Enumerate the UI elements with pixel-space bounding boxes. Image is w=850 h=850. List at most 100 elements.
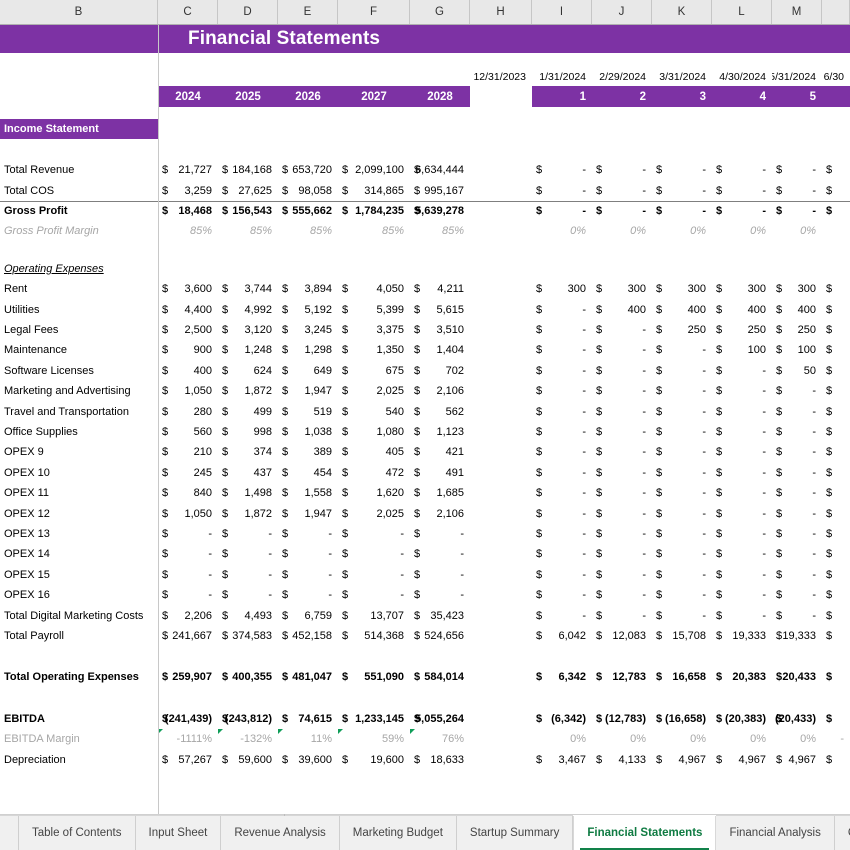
- value-d[interactable]: $4,992: [218, 299, 278, 319]
- value-l[interactable]: $-: [712, 463, 772, 483]
- year-header-2024[interactable]: 2024: [158, 86, 218, 107]
- value-d[interactable]: $374: [218, 442, 278, 462]
- value-f[interactable]: $-: [338, 585, 410, 605]
- value-g[interactable]: $35,423: [410, 605, 470, 625]
- value-l[interactable]: $-: [712, 503, 772, 523]
- column-header-b[interactable]: B: [0, 0, 158, 24]
- value-e[interactable]: $5,192: [278, 299, 338, 319]
- value-i[interactable]: $-: [532, 524, 592, 544]
- value-k[interactable]: $-: [652, 401, 712, 421]
- row-label[interactable]: Total Digital Marketing Costs: [0, 605, 158, 625]
- value-g[interactable]: 76%: [410, 729, 470, 749]
- value-n-partial[interactable]: $: [822, 180, 850, 200]
- value-l[interactable]: $250: [712, 320, 772, 340]
- value-l[interactable]: $-: [712, 442, 772, 462]
- value-j[interactable]: $-: [592, 361, 652, 381]
- value-l[interactable]: $-: [712, 180, 772, 200]
- month-header-4[interactable]: 4: [712, 86, 772, 107]
- value-n-partial[interactable]: $: [822, 749, 850, 769]
- value-k[interactable]: $-: [652, 565, 712, 585]
- value-m[interactable]: $-: [772, 585, 822, 605]
- value-k[interactable]: $-: [652, 503, 712, 523]
- month-header-1[interactable]: 1: [532, 86, 592, 107]
- sheet-tab-marketing-budget[interactable]: Marketing Budget: [340, 816, 457, 850]
- value-d[interactable]: $1,248: [218, 340, 278, 360]
- value-j[interactable]: 0%: [592, 221, 652, 241]
- value-f[interactable]: $1,080: [338, 422, 410, 442]
- value-e[interactable]: $454: [278, 463, 338, 483]
- value-k[interactable]: $-: [652, 442, 712, 462]
- value-i[interactable]: $-: [532, 463, 592, 483]
- value-e[interactable]: $-: [278, 544, 338, 564]
- value-n-partial[interactable]: $: [822, 160, 850, 180]
- value-c[interactable]: $259,907: [158, 667, 218, 687]
- value-g[interactable]: $-: [410, 565, 470, 585]
- value-k[interactable]: $-: [652, 544, 712, 564]
- value-m[interactable]: $-: [772, 483, 822, 503]
- value-d[interactable]: 85%: [218, 221, 278, 241]
- value-m[interactable]: 0%: [772, 729, 822, 749]
- value-c[interactable]: $-: [158, 585, 218, 605]
- value-l[interactable]: $(20,383): [712, 709, 772, 729]
- value-m[interactable]: $-: [772, 180, 822, 200]
- value-l[interactable]: $20,383: [712, 667, 772, 687]
- value-k[interactable]: $(16,658): [652, 709, 712, 729]
- value-l[interactable]: $-: [712, 605, 772, 625]
- value-g[interactable]: $421: [410, 442, 470, 462]
- value-j[interactable]: $-: [592, 180, 652, 200]
- sheet-tab-startup-summary[interactable]: Startup Summary: [457, 816, 573, 850]
- value-k[interactable]: $16,658: [652, 667, 712, 687]
- value-f[interactable]: 85%: [338, 221, 410, 241]
- column-header-n[interactable]: [822, 0, 850, 24]
- row-label[interactable]: Total Operating Expenses: [0, 667, 158, 687]
- value-i[interactable]: $-: [532, 361, 592, 381]
- value-e[interactable]: 85%: [278, 221, 338, 241]
- value-l[interactable]: $-: [712, 585, 772, 605]
- value-n-partial[interactable]: $: [822, 605, 850, 625]
- value-k[interactable]: $-: [652, 160, 712, 180]
- value-c[interactable]: -1111%: [158, 729, 218, 749]
- value-i[interactable]: $3,467: [532, 749, 592, 769]
- value-f[interactable]: $2,025: [338, 381, 410, 401]
- sheet-tab-table-of-contents[interactable]: Table of Contents: [18, 816, 136, 850]
- value-k[interactable]: $-: [652, 422, 712, 442]
- value-j[interactable]: $-: [592, 544, 652, 564]
- value-f[interactable]: $1,350: [338, 340, 410, 360]
- row-label[interactable]: OPEX 16: [0, 585, 158, 605]
- value-f[interactable]: $551,090: [338, 667, 410, 687]
- row-label[interactable]: Legal Fees: [0, 320, 158, 340]
- row-label[interactable]: Office Supplies: [0, 422, 158, 442]
- value-j[interactable]: $300: [592, 279, 652, 299]
- value-d[interactable]: -132%: [218, 729, 278, 749]
- year-header-2027[interactable]: 2027: [338, 86, 410, 107]
- value-d[interactable]: $437: [218, 463, 278, 483]
- value-i[interactable]: $-: [532, 320, 592, 340]
- value-n-partial[interactable]: $: [822, 381, 850, 401]
- value-i[interactable]: $-: [532, 401, 592, 421]
- value-f[interactable]: $13,707: [338, 605, 410, 625]
- value-m[interactable]: $100: [772, 340, 822, 360]
- value-n-partial[interactable]: $: [822, 340, 850, 360]
- row-label[interactable]: OPEX 13: [0, 524, 158, 544]
- value-i[interactable]: $-: [532, 605, 592, 625]
- value-k[interactable]: $-: [652, 180, 712, 200]
- column-header-h[interactable]: H: [470, 0, 532, 24]
- value-g[interactable]: $-: [410, 524, 470, 544]
- column-header-j[interactable]: J: [592, 0, 652, 24]
- value-e[interactable]: $-: [278, 565, 338, 585]
- value-g[interactable]: $5,615: [410, 299, 470, 319]
- value-c[interactable]: $2,206: [158, 605, 218, 625]
- value-k[interactable]: $15,708: [652, 626, 712, 646]
- value-m[interactable]: $-: [772, 401, 822, 421]
- value-n-partial[interactable]: $: [822, 422, 850, 442]
- value-k[interactable]: $-: [652, 524, 712, 544]
- value-c[interactable]: $4,400: [158, 299, 218, 319]
- value-n-partial[interactable]: $: [822, 709, 850, 729]
- value-n-partial[interactable]: $: [822, 483, 850, 503]
- column-header-l[interactable]: L: [712, 0, 772, 24]
- value-j[interactable]: $-: [592, 565, 652, 585]
- column-header-m[interactable]: M: [772, 0, 822, 24]
- value-d[interactable]: $156,543: [218, 202, 278, 221]
- value-k[interactable]: $-: [652, 361, 712, 381]
- value-j[interactable]: $-: [592, 340, 652, 360]
